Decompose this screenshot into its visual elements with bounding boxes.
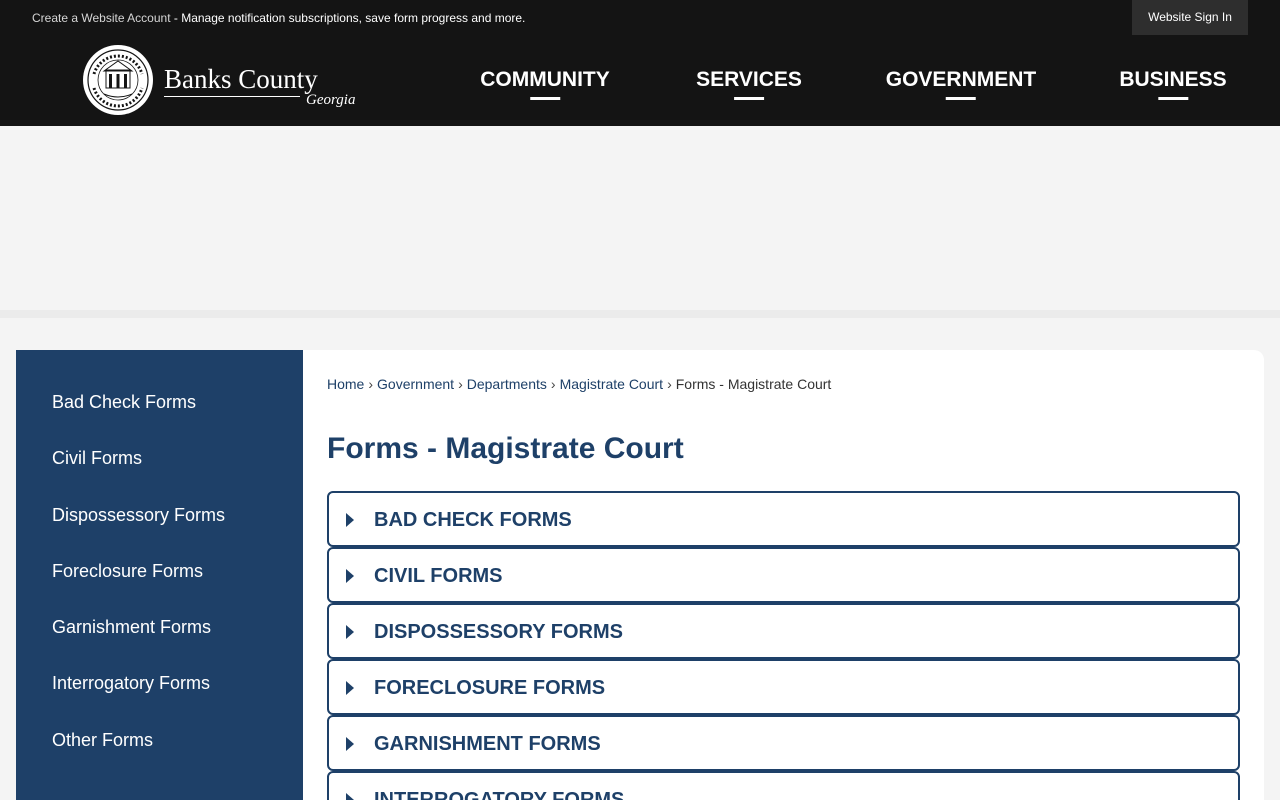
accordion-label: INTERROGATORY FORMS <box>374 789 625 800</box>
breadcrumb-separator: › <box>550 376 556 392</box>
account-separator: - <box>170 11 182 25</box>
nav-community[interactable]: COMMUNITY <box>480 68 610 100</box>
accordion-label: FORECLOSURE FORMS <box>374 677 606 699</box>
nav-business[interactable]: BUSINESS <box>1119 68 1227 100</box>
side-navigation: Bad Check Forms Civil Forms Dispossessor… <box>16 350 303 800</box>
breadcrumb-separator: › <box>368 376 374 392</box>
sidebar-item-interrogatory-forms[interactable]: Interrogatory Forms <box>52 673 210 694</box>
nav-government-label: GOVERNMENT <box>885 68 1037 91</box>
nav-underline <box>945 97 976 100</box>
sidebar-item-dispossessory-forms[interactable]: Dispossessory Forms <box>52 505 225 526</box>
caret-right-icon <box>346 793 354 800</box>
breadcrumb-magistrate-court-link[interactable]: Magistrate Court <box>560 376 663 392</box>
breadcrumb-separator: › <box>458 376 463 392</box>
breadcrumb-separator: › <box>667 376 672 392</box>
breadcrumb-home-link[interactable]: Home <box>327 376 364 392</box>
accordion-label: CIVIL FORMS <box>374 565 503 587</box>
sidebar-item-bad-check-forms[interactable]: Bad Check Forms <box>52 392 196 413</box>
nav-services[interactable]: SERVICES <box>696 68 802 100</box>
banner-area <box>0 126 1280 310</box>
county-seal-icon <box>83 45 153 115</box>
logo-county-name: Banks County <box>164 64 318 94</box>
caret-right-icon <box>346 737 354 751</box>
nav-community-label: COMMUNITY <box>480 68 610 91</box>
breadcrumb-current: Forms - Magistrate Court <box>675 376 832 392</box>
accordion-dispossessory-forms[interactable]: DISPOSSESSORY FORMS <box>327 603 1240 659</box>
account-message-text: Manage notification subscriptions, save … <box>181 11 526 25</box>
page-title: Forms - Magistrate Court <box>327 432 684 465</box>
accordion-label: DISPOSSESSORY FORMS <box>374 621 623 643</box>
create-account-link[interactable]: Create a Website Account <box>32 11 171 25</box>
banner-divider <box>0 310 1280 318</box>
sidebar-item-other-forms[interactable]: Other Forms <box>52 730 153 751</box>
account-message: Create a Website Account - Manage notifi… <box>32 11 525 25</box>
nav-underline <box>1157 97 1188 100</box>
nav-underline <box>733 97 764 100</box>
accordion-label: GARNISHMENT FORMS <box>374 733 601 755</box>
sidebar-item-civil-forms[interactable]: Civil Forms <box>52 448 142 469</box>
caret-right-icon <box>346 569 354 583</box>
site-header: Banks County Georgia COMMUNITY SERVICES … <box>0 36 1280 126</box>
nav-business-label: BUSINESS <box>1119 68 1227 91</box>
accordion-garnishment-forms[interactable]: GARNISHMENT FORMS <box>327 715 1240 771</box>
website-sign-in-button[interactable]: Website Sign In <box>1132 0 1248 35</box>
breadcrumb-government-link[interactable]: Government <box>377 376 454 392</box>
caret-right-icon <box>346 681 354 695</box>
accordion-civil-forms[interactable]: CIVIL FORMS <box>327 547 1240 603</box>
accordion-foreclosure-forms[interactable]: FORECLOSURE FORMS <box>327 659 1240 715</box>
accordion-interrogatory-forms[interactable]: INTERROGATORY FORMS <box>327 771 1240 800</box>
breadcrumb: Home › Government › Departments › Magistrate C… <box>327 376 831 392</box>
accordion-bad-check-forms[interactable]: BAD CHECK FORMS <box>327 491 1240 547</box>
sidebar-item-garnishment-forms[interactable]: Garnishment Forms <box>52 617 211 638</box>
accordion-label: BAD CHECK FORMS <box>374 509 572 531</box>
logo-divider <box>164 96 300 97</box>
caret-right-icon <box>346 625 354 639</box>
main-content: Home › Government › Departments › Magistrate C… <box>303 350 1264 800</box>
home-logo-link[interactable]: Banks County Georgia <box>80 44 370 120</box>
caret-right-icon <box>346 513 354 527</box>
sidebar-item-foreclosure-forms[interactable]: Foreclosure Forms <box>52 561 203 582</box>
nav-services-label: SERVICES <box>696 68 802 91</box>
nav-underline <box>530 97 560 100</box>
breadcrumb-departments-link[interactable]: Departments <box>467 376 547 392</box>
logo-state-name: Georgia <box>306 92 356 108</box>
nav-government[interactable]: GOVERNMENT <box>885 68 1037 100</box>
top-utility-bar: Create a Website Account - Manage notifi… <box>0 0 1280 36</box>
